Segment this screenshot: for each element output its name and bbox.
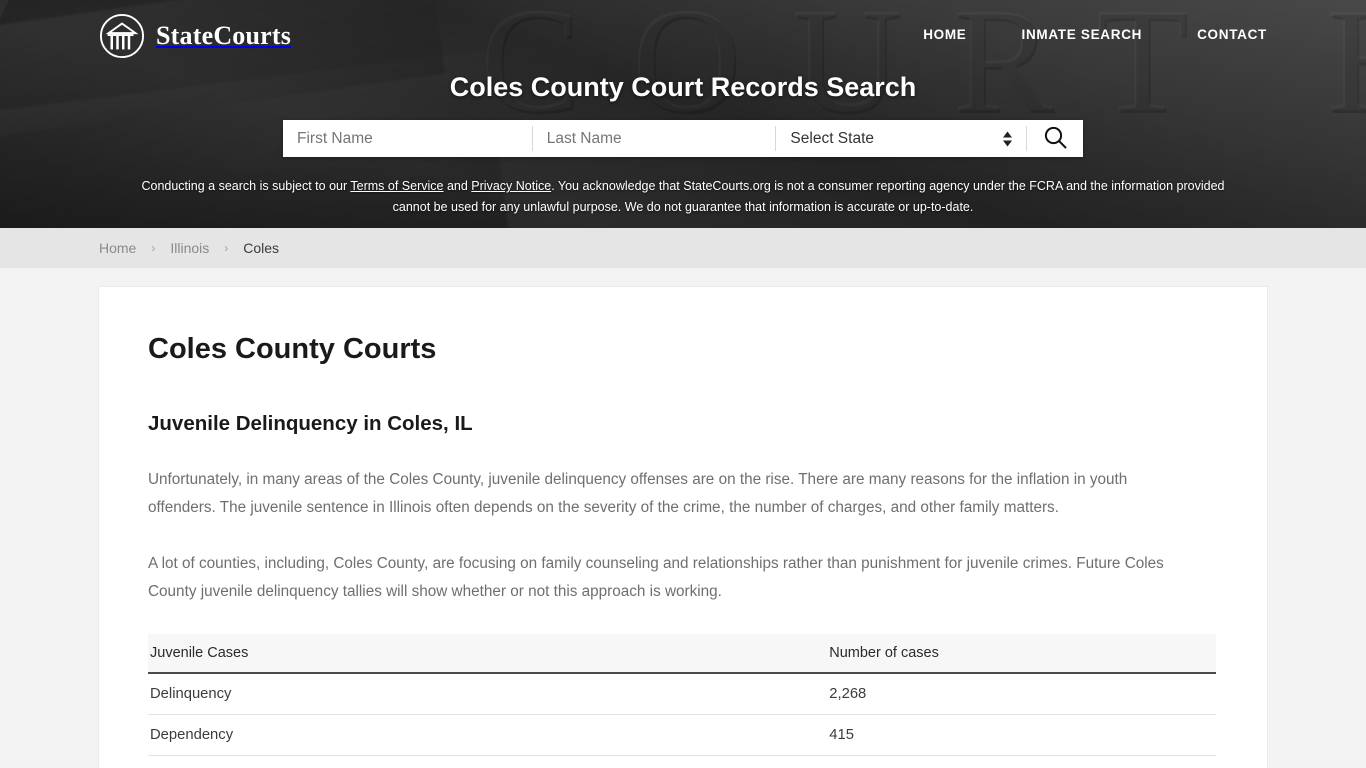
nav-item-home[interactable]: HOME — [923, 27, 966, 42]
breadcrumb-item-coles: Coles — [243, 240, 280, 256]
first-name-input[interactable] — [283, 120, 532, 157]
table-cell-case-count: 415 — [291, 714, 1216, 756]
search-form: Select State — [283, 120, 1084, 157]
state-select-value: Select State — [790, 129, 874, 147]
chevron-up-down-icon — [1003, 131, 1013, 146]
breadcrumb-bar: Home › Illinois › Coles — [0, 228, 1366, 268]
breadcrumb-separator-icon-2: › — [224, 241, 229, 255]
privacy-notice-link[interactable]: Privacy Notice — [471, 179, 551, 193]
breadcrumb-item-illinois[interactable]: Illinois — [170, 240, 209, 256]
breadcrumb: Home › Illinois › Coles — [99, 240, 279, 256]
content-card: Coles County Courts Juvenile Delinquency… — [99, 287, 1267, 768]
nav-item-inmate-search[interactable]: INMATE SEARCH — [1022, 27, 1143, 42]
brand-name: StateCourts — [156, 21, 292, 50]
disclaimer-part1: Conducting a search is subject to our — [141, 179, 351, 193]
table-cell-case-count: 2,268 — [291, 673, 1216, 715]
state-select[interactable]: Select State — [776, 120, 1026, 157]
breadcrumb-separator-icon: › — [151, 241, 156, 255]
breadcrumb-item-home[interactable]: Home — [99, 240, 136, 256]
search-disclaimer: Conducting a search is subject to our Te… — [0, 176, 1366, 218]
page-title: Coles County Courts — [148, 333, 437, 365]
last-name-input[interactable] — [532, 120, 776, 157]
table-row: Delinquency 2,268 — [148, 673, 1216, 715]
juvenile-cases-table: Juvenile Cases Number of cases Delinquen… — [148, 634, 1216, 756]
table-header-cases: Juvenile Cases — [148, 634, 292, 674]
page-heading: Coles County Court Records Search — [449, 72, 917, 102]
paragraph-1: Unfortunately, in many areas of the Cole… — [148, 471, 1128, 516]
table-cell-case-name: Dependency — [148, 714, 292, 756]
terms-of-service-link[interactable]: Terms of Service — [350, 179, 443, 193]
disclaimer-part2: and — [443, 179, 472, 193]
nav-item-contact[interactable]: CONTACT — [1197, 27, 1267, 42]
table-row: Dependency 415 — [148, 714, 1216, 756]
brand-logo-link[interactable]: StateCourts — [99, 13, 291, 59]
main-navigation: HOME INMATE SEARCH CONTACT — [923, 27, 1267, 42]
site-header: COURT HOUSE StateCourts HOME INMATE SEAR… — [0, 0, 1366, 228]
section-title: Juvenile Delinquency in Coles, IL — [148, 412, 473, 435]
magnifier-icon — [1043, 125, 1068, 153]
table-header-number: Number of cases — [291, 634, 1216, 674]
table-header-row: Juvenile Cases Number of cases — [148, 634, 1216, 674]
paragraph-2: A lot of counties, including, Coles Coun… — [148, 555, 1164, 600]
search-button[interactable] — [1027, 120, 1084, 157]
courthouse-circle-icon — [99, 13, 145, 59]
table-cell-case-name: Delinquency — [148, 673, 292, 715]
